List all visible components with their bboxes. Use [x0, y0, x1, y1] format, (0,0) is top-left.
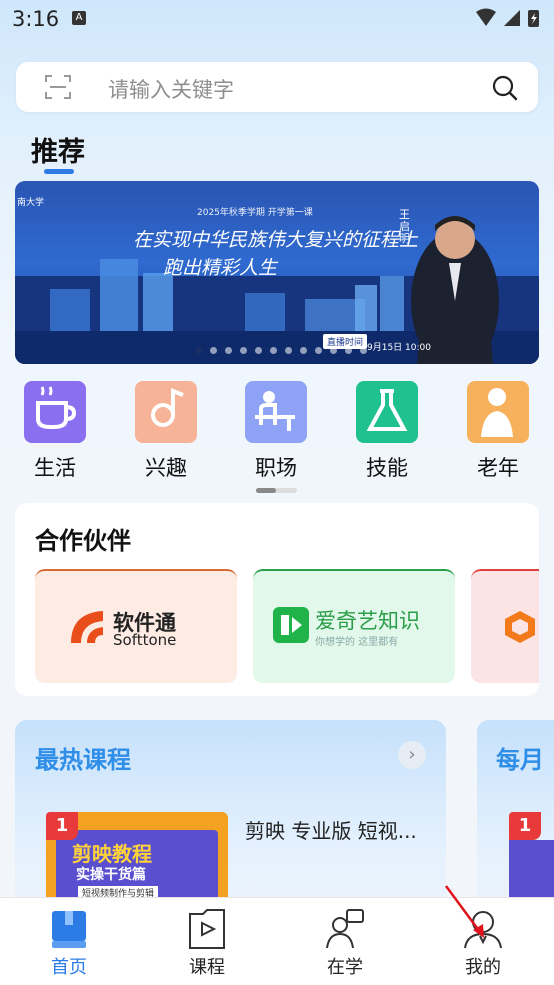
rank-badge: 1 [46, 812, 78, 840]
partners-title: 合作伙伴 [35, 527, 131, 555]
banner-dot[interactable] [300, 347, 307, 354]
banner-headline: 在实现中华民族伟大复兴的征程上 [133, 229, 419, 251]
status-time: 3:16 [12, 7, 60, 31]
elder-icon [467, 381, 529, 443]
category-item-4[interactable]: 老年 [453, 381, 543, 481]
banner-dot[interactable] [195, 347, 202, 354]
search-bar[interactable]: 请输入关键字 [16, 62, 538, 112]
rank-badge: 1 [509, 812, 541, 840]
search-input[interactable]: 请输入关键字 [108, 74, 234, 104]
nav-learning-label: 在学 [327, 957, 363, 978]
partner-card-softtone[interactable]: 软件通 Softtone [35, 569, 237, 683]
banner-person-name: 王启明 [399, 208, 410, 245]
iqiyi-logo-icon [273, 607, 309, 643]
category-item-0[interactable]: 生活 [10, 381, 100, 481]
banner-dot[interactable] [225, 347, 232, 354]
category-label: 兴趣 [145, 456, 187, 480]
scan-icon[interactable] [44, 74, 72, 100]
nav-home-label: 首页 [51, 957, 87, 978]
tab-active-indicator [44, 169, 74, 174]
monthly-title: 每月 [496, 746, 544, 774]
category-label: 生活 [34, 456, 76, 480]
banner-dot[interactable] [210, 347, 217, 354]
tab-recommend[interactable]: 推荐 [31, 130, 85, 169]
status-icons [476, 8, 539, 27]
banner-carousel[interactable]: 南大学 2025年秋季学期 开学第一课 在实现中华民族伟大复兴的征程上 跑出精彩… [15, 181, 539, 364]
banner-corner-text: 南大学 [17, 198, 45, 208]
course-title[interactable]: 剪映 专业版 短视... [245, 815, 417, 844]
banner-dot[interactable] [360, 347, 367, 354]
nav-learning[interactable]: 在学 [276, 898, 414, 985]
banner-dot[interactable] [255, 347, 262, 354]
banner-pagination [195, 347, 367, 355]
chevron-right-icon[interactable]: › [398, 741, 426, 769]
category-label: 老年 [477, 456, 519, 480]
thumb-title: 剪映教程 [72, 842, 152, 866]
learning-person-icon [326, 909, 364, 949]
partner-subname: 你想学的 这里都有 [315, 637, 399, 648]
nav-courses[interactable]: 课程 [138, 898, 276, 985]
softtone-logo-icon [71, 611, 103, 643]
category-scroll-thumb [256, 488, 276, 493]
category-item-2[interactable]: 职场 [231, 381, 321, 481]
category-item-1[interactable]: 兴趣 [121, 381, 211, 481]
banner-live-date: 9月15日 10:00 [367, 343, 431, 353]
nav-profile-label: 我的 [465, 957, 501, 978]
category-item-3[interactable]: 技能 [342, 381, 432, 481]
partner-logo-icon [505, 611, 535, 643]
music-note-icon [135, 381, 197, 443]
partners-section: 合作伙伴 软件通 Softtone 爱奇艺知识 你想学的 这里都有 [15, 503, 539, 696]
banner-dot[interactable] [270, 347, 277, 354]
hot-courses-title: 最热课程 [35, 746, 131, 774]
category-label: 职场 [255, 456, 297, 480]
signal-icon [504, 10, 520, 26]
coffee-cup-icon [24, 381, 86, 443]
banner-dot[interactable] [240, 347, 247, 354]
banner-headline-2: 跑出精彩人生 [163, 257, 278, 279]
thumb-subtitle: 实操干货篇 [76, 867, 146, 883]
partner-name: 爱奇艺知识 [315, 609, 420, 633]
banner-subtitle: 2025年秋季学期 开学第一课 [197, 208, 313, 218]
partner-card-iqiyi[interactable]: 爱奇艺知识 你想学的 这里都有 [253, 569, 455, 683]
category-label: 技能 [366, 456, 408, 480]
hot-courses-card: 最热课程 › 剪映教程 实操干货篇 短视频制作与剪辑 1 剪映 专业版 短视..… [15, 720, 446, 920]
banner-dot[interactable] [285, 347, 292, 354]
desk-worker-icon [245, 381, 307, 443]
annotation-arrow-icon [444, 885, 484, 938]
banner-dot[interactable] [345, 347, 352, 354]
banner-dot[interactable] [330, 347, 337, 354]
banner-dot[interactable] [315, 347, 322, 354]
partner-subname: Softtone [113, 631, 177, 649]
flask-icon [356, 381, 418, 443]
notification-icon: A [72, 11, 86, 25]
nav-courses-label: 课程 [189, 957, 225, 978]
partner-card-third[interactable] [471, 569, 539, 683]
search-icon[interactable] [492, 75, 518, 101]
wifi-icon [476, 8, 496, 26]
video-folder-icon [189, 909, 225, 949]
book-icon [52, 911, 86, 948]
nav-home[interactable]: 首页 [0, 898, 138, 985]
